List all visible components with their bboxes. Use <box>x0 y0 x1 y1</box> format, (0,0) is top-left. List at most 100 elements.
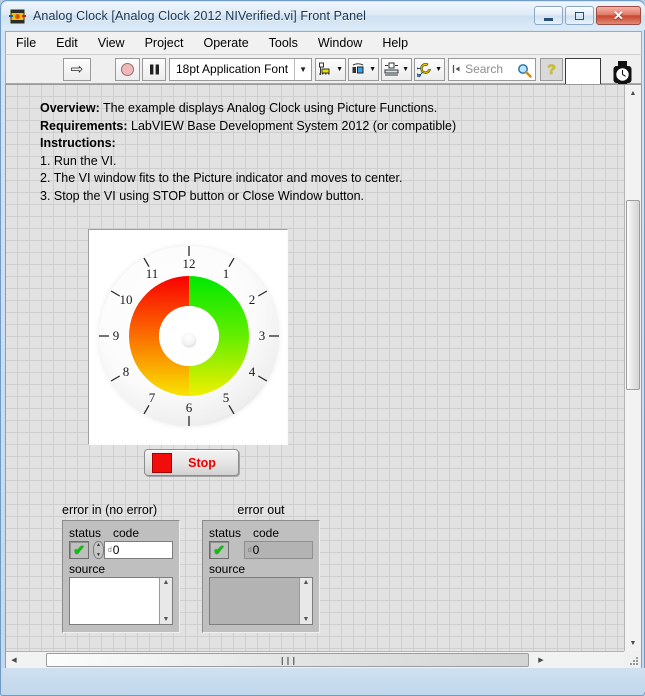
scroll-up-icon: ▲ <box>302 579 310 586</box>
minimize-button[interactable] <box>534 6 563 25</box>
instruction-step-1: 1. Run the VI. <box>40 153 117 168</box>
svg-text:9: 9 <box>113 328 120 343</box>
svg-text:10: 10 <box>120 292 133 307</box>
description-line-instructions: Instructions: <box>40 135 560 153</box>
error-in-source-field[interactable]: ▲ ▼ <box>69 577 173 625</box>
horizontal-scroll-thumb[interactable]: ❙❙❙ <box>46 653 529 667</box>
picture-indicator[interactable]: 12 1 2 3 4 5 6 7 8 9 10 11 <box>88 229 288 445</box>
chevron-down-icon: ▼ <box>435 65 443 73</box>
distribute-objects-button[interactable]: ▼ <box>348 57 380 81</box>
abort-stop-icon <box>121 62 134 76</box>
error-out-code-value: 0 <box>252 543 260 557</box>
title-bar: Analog Clock [Analog Clock 2012 NIVerifi… <box>2 2 645 30</box>
search-anchor-icon <box>452 65 460 73</box>
pause-button[interactable] <box>142 57 166 81</box>
horizontal-scrollbar[interactable]: ◀ ❙❙❙ ▶ <box>6 651 624 668</box>
error-in-source-scrollbar[interactable]: ▲ ▼ <box>159 578 172 624</box>
error-in-status-label: status <box>69 526 102 540</box>
svg-text:4: 4 <box>249 364 256 379</box>
chevron-down-icon: ▼ <box>369 65 377 73</box>
analog-clock-graphic: 12 1 2 3 4 5 6 7 8 9 10 11 <box>93 240 285 432</box>
svg-text:5: 5 <box>223 390 230 405</box>
numeric-format-glyph: d <box>247 546 252 554</box>
font-selector[interactable]: 18pt Application Font ▼ <box>169 57 313 81</box>
requirements-label: Requirements: <box>40 118 128 133</box>
resize-grip-icon <box>630 657 638 665</box>
requirements-text: LabVIEW Base Development System 2012 (or… <box>127 118 457 133</box>
chevron-down-icon: ▼ <box>402 65 410 73</box>
scroll-thumb-grip: ❙❙❙ <box>278 655 297 665</box>
description-line-overview: Overview: The example displays Analog Cl… <box>40 100 560 118</box>
menu-item-tools[interactable]: Tools <box>260 34 307 52</box>
checkmark-icon: ✔ <box>73 542 85 558</box>
error-out-source-label: source <box>209 562 246 576</box>
front-panel-canvas[interactable]: Overview: The example displays Analog Cl… <box>6 85 624 651</box>
error-in-title: error in (no error) <box>62 503 158 517</box>
maximize-icon <box>575 11 584 20</box>
search-input[interactable]: Search <box>448 57 537 81</box>
instruction-step-2: 2. The VI window fits to the Picture ind… <box>40 171 403 185</box>
close-icon: ✕ <box>613 8 624 23</box>
svg-text:3: 3 <box>259 328 266 343</box>
chevron-down-icon: ▼ <box>299 64 308 74</box>
stepper-down-icon: ▼ <box>96 552 101 558</box>
scroll-down-button[interactable]: ▼ <box>625 635 641 651</box>
overview-text: The example displays Analog Clock using … <box>99 101 438 115</box>
menu-item-window[interactable]: Window <box>309 34 371 52</box>
vertical-scrollbar[interactable]: ▲ ▼ <box>624 85 641 651</box>
error-out-code-label: code <box>253 526 280 540</box>
stop-button-label: Stop <box>188 455 216 470</box>
instruction-step-3: 3. Stop the VI using STOP button or Clos… <box>40 188 365 203</box>
instructions-label: Instructions: <box>40 136 116 150</box>
error-out-status-label: status <box>209 526 242 540</box>
error-in-status-led[interactable]: ✔ <box>69 541 90 559</box>
menu-item-view[interactable]: View <box>89 34 134 52</box>
error-out-source-value <box>210 578 218 624</box>
chevron-down-icon: ▼ <box>336 65 344 73</box>
menu-item-project[interactable]: Project <box>136 34 193 52</box>
scroll-right-button[interactable]: ▶ <box>533 652 549 668</box>
scroll-down-icon: ▼ <box>629 639 637 647</box>
scroll-up-icon: ▲ <box>629 89 637 97</box>
scroll-left-button[interactable]: ◀ <box>6 652 22 668</box>
menu-item-file[interactable]: File <box>7 34 45 52</box>
error-in-code-stepper[interactable]: ▲ ▼ <box>93 541 104 559</box>
error-out-title: error out <box>237 503 285 517</box>
menu-item-operate[interactable]: Operate <box>194 34 257 52</box>
abort-execution-button[interactable] <box>115 57 140 81</box>
scroll-right-icon: ▶ <box>538 657 544 664</box>
error-in-box: status code ✔ ▲ ▼ d 0 source ▲ ▼ <box>62 520 180 633</box>
checkmark-icon: ✔ <box>213 542 225 558</box>
distribute-objects-icon <box>352 62 364 73</box>
context-help-button[interactable]: ? <box>540 57 564 81</box>
align-objects-button[interactable]: ▼ <box>315 57 347 81</box>
window-title: Analog Clock [Analog Clock 2012 NIVerifi… <box>33 9 367 23</box>
scroll-left-icon: ◀ <box>11 657 17 664</box>
description-line-requirements: Requirements: LabVIEW Base Development S… <box>40 118 560 136</box>
run-button[interactable]: ⇨ <box>63 57 91 81</box>
scrollbar-corner <box>624 651 641 668</box>
reorder-icon <box>417 62 432 77</box>
scroll-up-button[interactable]: ▲ <box>625 85 641 101</box>
magnifier-icon <box>518 63 532 78</box>
application-window: Analog Clock [Analog Clock 2012 NIVerifi… <box>0 0 645 696</box>
search-placeholder: Search <box>465 62 504 76</box>
svg-text:8: 8 <box>123 364 130 379</box>
stepper-up-icon: ▲ <box>96 542 101 548</box>
stop-button[interactable]: Stop <box>144 449 239 476</box>
error-in-source-value <box>70 578 78 624</box>
menu-item-edit[interactable]: Edit <box>47 34 87 52</box>
error-in-code-field[interactable]: d 0 <box>103 541 173 559</box>
numeric-format-glyph: d <box>107 546 112 554</box>
vertical-scroll-thumb[interactable] <box>626 200 640 390</box>
minimize-icon <box>544 17 553 21</box>
svg-text:1: 1 <box>223 266 230 281</box>
maximize-button[interactable] <box>565 6 594 25</box>
window-status-strip <box>2 668 645 694</box>
reorder-objects-button[interactable]: ▼ <box>414 57 446 81</box>
error-out-source-scrollbar[interactable]: ▲ ▼ <box>299 578 312 624</box>
resize-objects-button[interactable]: ▼ <box>381 57 413 81</box>
clock-hub-inner <box>181 332 197 348</box>
menu-item-help[interactable]: Help <box>373 34 417 52</box>
close-button[interactable]: ✕ <box>596 6 641 25</box>
